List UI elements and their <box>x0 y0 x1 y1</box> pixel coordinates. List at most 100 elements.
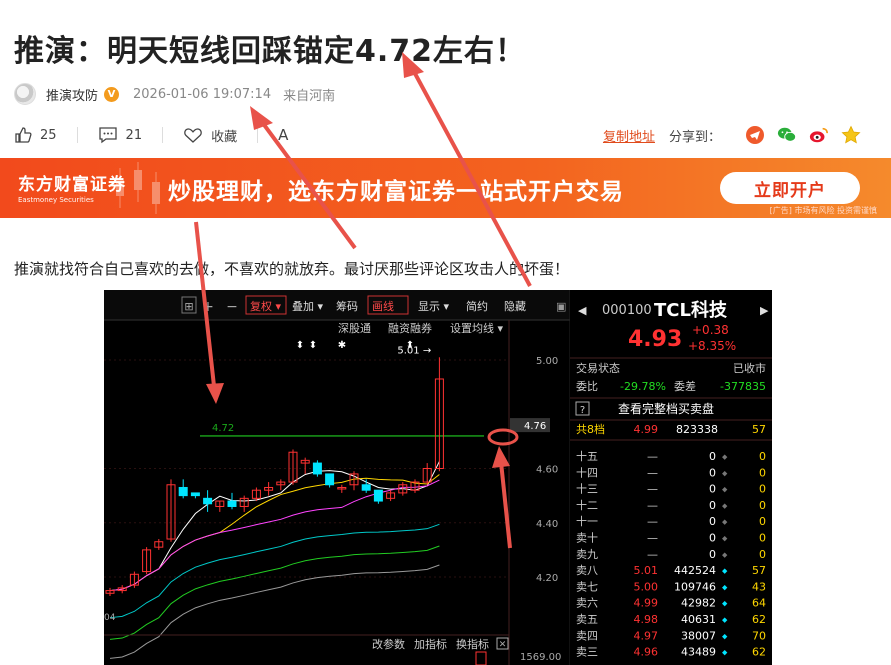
book-diamond-icon: ◆ <box>722 469 728 477</box>
book-diamond-icon: ◆ <box>722 518 728 526</box>
article-paragraph: 推演就找符合自己喜欢的去做，不喜欢的就放弃。最讨厌那些评论区攻击人的坏蛋！ <box>14 260 570 278</box>
author-name[interactable]: 推演攻防 <box>46 85 98 104</box>
like-count: 25 <box>40 127 57 143</box>
book-price: 4.99 <box>634 597 659 610</box>
book-count: 70 <box>752 629 766 642</box>
book-price: — <box>647 548 658 561</box>
book-diamond-icon: ◆ <box>722 583 728 591</box>
book-level-label: 卖三 <box>576 646 598 659</box>
book-level-label: 十三 <box>576 482 598 496</box>
book-price: — <box>647 499 658 512</box>
y-tick-label: 4.20 <box>536 573 558 584</box>
avatar[interactable] <box>14 83 36 105</box>
book-price: 4.97 <box>634 629 659 642</box>
ma60-line <box>109 545 440 640</box>
indicator-tool: 加指标 <box>414 637 447 651</box>
book-level-label: 卖十 <box>576 531 598 545</box>
chart-toolbar-item: 画线 <box>372 299 394 313</box>
volume-max-label: 1569.00 <box>520 652 561 663</box>
share-weibo-icon[interactable] <box>809 125 829 145</box>
candlestick-chart: ⊞ + − 复权 ▾ 叠加 ▾ 筹码 画线 显示 ▾ 简约 隐藏 ▣ 深股通 融资融券 设置均线 ▾ ⬍ ⬍ ✱… <box>104 290 772 665</box>
weibi-value: -29.78% <box>620 380 666 393</box>
candle-body <box>203 497 213 505</box>
article-title: 推演：明天短线回踩锚定4.72左右！ <box>14 34 527 69</box>
book-volume: 0 <box>709 450 716 463</box>
comment-count: 21 <box>125 127 143 143</box>
book-price: — <box>647 483 658 496</box>
y-tick-label: 4.40 <box>536 519 558 530</box>
like-button[interactable]: 25 <box>14 126 57 144</box>
book-count: 64 <box>752 597 766 610</box>
comment-button[interactable]: 21 <box>98 126 143 144</box>
book-level-label: 卖四 <box>576 629 598 642</box>
candlestick-decoration <box>116 162 160 214</box>
tier-price: 4.99 <box>634 423 659 436</box>
ad-banner[interactable]: 东方财富证券 Eastmoney Securities 炒股理财，选东方财富证券… <box>0 158 891 218</box>
book-volume: 0 <box>709 499 716 512</box>
open-account-button[interactable]: 立即开户 <box>720 172 860 204</box>
copy-link[interactable]: 复制地址 <box>603 126 655 145</box>
collect-button[interactable]: 收藏 <box>183 126 237 145</box>
book-diamond-icon: ◆ <box>722 535 728 543</box>
stock-price: 4.93 <box>628 327 682 352</box>
y-tick-label: 4.76 <box>524 421 546 432</box>
weibi-label: 委比 <box>576 380 598 393</box>
ad-disclaimer: [广告] 市场有风险 投资需谨慎 <box>769 206 877 215</box>
book-level-label: 卖九 <box>576 548 598 561</box>
banner-slogan: 炒股理财，选东方财富证券一站式开户交易 <box>168 179 624 205</box>
book-diamond-icon: ◆ <box>722 600 728 608</box>
grid-icon: ▣ <box>556 300 566 313</box>
book-level-label: 十一 <box>576 514 598 528</box>
share-favorite-star-icon[interactable] <box>841 125 861 145</box>
chart-toolbar-item: 叠加 ▾ <box>292 300 323 313</box>
tier-volume: 823338 <box>676 423 718 436</box>
book-diamond-icon: ◆ <box>722 486 728 494</box>
book-count: 62 <box>752 646 766 659</box>
full-book-link: 查看完整档买卖盘 <box>618 401 714 416</box>
chart-subtool-item: 融资融券 <box>388 321 432 335</box>
book-count: 57 <box>752 564 766 577</box>
lock-icon: ⊞ <box>184 300 193 313</box>
font-size-button[interactable]: A <box>278 126 288 144</box>
candle-body <box>373 489 383 502</box>
candle-body <box>312 462 322 475</box>
book-level-label: 十五 <box>576 449 598 463</box>
chart-toolbar-item: 筹码 <box>336 299 358 313</box>
book-count: 0 <box>759 450 766 463</box>
collect-label: 收藏 <box>211 129 238 145</box>
verified-icon: V <box>104 86 120 102</box>
book-volume: 442524 <box>674 564 716 577</box>
chart-toolbar-item: 复权 ▾ <box>250 299 281 313</box>
share-wechat-icon[interactable] <box>777 125 797 145</box>
candle-body <box>361 484 371 491</box>
book-diamond-icon: ◆ <box>722 616 728 624</box>
share-telegram-icon[interactable] <box>745 125 765 145</box>
book-count: 0 <box>759 499 766 512</box>
chart-subtool-item: 设置均线 ▾ <box>450 321 503 335</box>
zoom-out-icon: − <box>226 299 238 315</box>
book-price: — <box>647 515 658 528</box>
candle-body <box>227 500 237 507</box>
ma20-line <box>109 479 440 592</box>
book-volume: 109746 <box>674 580 716 593</box>
price-change-pct: +8.35% <box>688 339 736 353</box>
next-stock-icon: ▶ <box>760 304 769 317</box>
stock-name: TCL科技 <box>654 299 728 321</box>
share-label: 分享到： <box>668 129 721 145</box>
chart-toolbar-item: 显示 ▾ <box>418 300 449 313</box>
book-level-label: 卖八 <box>576 564 598 577</box>
high-price-label: 5.01 → <box>397 345 431 356</box>
article-meta: 推演攻防 V 2026-01-06 19:07:14 来自河南 <box>14 82 335 106</box>
weicha-value: -377835 <box>720 380 766 393</box>
weicha-label: 委差 <box>674 379 696 393</box>
chart-subtool-item: 深股通 <box>338 322 371 335</box>
book-level-label: 卖七 <box>576 580 598 593</box>
book-volume: 40631 <box>681 613 716 626</box>
tier-count: 57 <box>752 423 766 436</box>
candle-body <box>325 473 335 486</box>
book-volume: 43489 <box>681 646 716 659</box>
book-volume: 0 <box>709 548 716 561</box>
volume-bar <box>475 651 487 665</box>
thumbs-up-icon <box>15 127 32 143</box>
ma5-line <box>109 461 440 592</box>
